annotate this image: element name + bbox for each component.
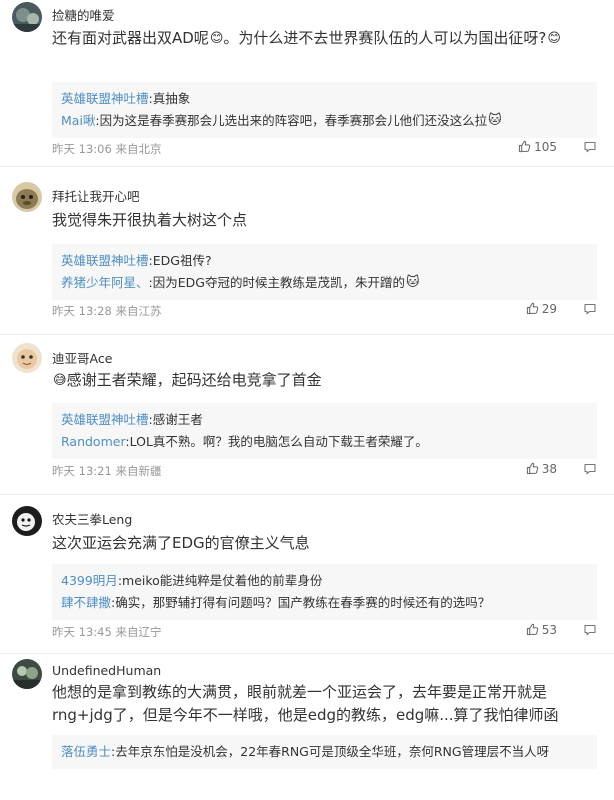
comment-text-part: 我觉得朱开很执着大树这个点	[52, 211, 248, 229]
comment-username[interactable]: UndefinedHuman	[52, 663, 161, 678]
comment-footer: 昨天 13:21 来自新疆 38	[52, 461, 597, 479]
reply-text: meiko能进纯粹是仗着他的前辈身份	[122, 573, 323, 588]
reply-username[interactable]: 养猪少年阿星、	[61, 275, 149, 290]
reply-text: 因为这是春季赛那会儿选出来的阵容吧，春季赛那会儿他们还没这么拉	[99, 113, 488, 128]
comment-text-part: 。为什么进不去世界赛队伍的人可以为国出征呀?	[223, 29, 547, 47]
comment-item: UndefinedHuman 他想的是拿到教练的大满贯，眼前就差一个亚运会了，去…	[0, 654, 614, 800]
cat-emoji-icon: 🐱	[405, 275, 420, 290]
like-button[interactable]: 53	[526, 623, 557, 637]
comment-text: 我觉得朱开很执着大树这个点	[52, 209, 597, 231]
comment-meta: 昨天 13:06 来自北京	[52, 141, 161, 157]
thumbs-up-icon	[518, 140, 531, 153]
reply-text: 因为EDG夺冠的时候主教练是茂凯，朱开蹭的	[152, 275, 405, 290]
like-count: 105	[534, 140, 557, 154]
comment-meta: 昨天 13:28 来自江苏	[52, 303, 161, 319]
comment-location: 来自北京	[115, 142, 162, 156]
reply-text: 去年京东怕是没机会，22年春RNG可是顶级全华班，奈何RNG管理层不当人呀	[115, 744, 550, 759]
reply-item: 英雄联盟神吐槽:EDG祖传?	[61, 253, 212, 268]
comment-username[interactable]: 捡糖的唯爱	[52, 5, 115, 24]
comment-item: 迪亚哥Ace 😅感谢王者荣耀，起码还给电竞拿了首金 英雄联盟神吐槽:感谢王者 R…	[0, 335, 614, 495]
reply-item: 英雄联盟神吐槽:感谢王者	[61, 412, 203, 427]
smile-emoji-icon: 😊	[209, 31, 224, 46]
cat-emoji-icon: 🐱	[488, 113, 502, 128]
reply-list: 落伍勇士:去年京东怕是没机会，22年春RNG可是顶级全华班，奈何RNG管理层不当…	[52, 735, 597, 769]
comment-item: 捡糖的唯爱 还有面对武器出双AD呢😊。为什么进不去世界赛队伍的人可以为国出征呀?…	[0, 0, 614, 167]
like-count: 38	[541, 462, 557, 476]
reply-text: 确实，那野辅打得有问题吗？国产教练在春季赛的时候还有的选吗？	[115, 595, 491, 610]
reply-text: 感谢王者	[152, 412, 203, 427]
comment-text-part: 感谢王者荣耀，起码还给电竞拿了首金	[66, 371, 322, 389]
reply-list: 英雄联盟神吐槽:EDG祖传? 养猪少年阿星、:因为EDG夺冠的时候主教练是茂凯，…	[52, 244, 597, 300]
comment-meta: 昨天 13:21 来自新疆	[52, 463, 161, 479]
reply-item: 英雄联盟神吐槽:真抽象	[61, 91, 191, 106]
comment-footer: 昨天 13:28 来自江苏 29	[52, 301, 597, 319]
smile-emoji-icon: 😊	[547, 31, 561, 46]
reply-username[interactable]: 英雄联盟神吐槽	[61, 253, 149, 268]
avatar[interactable]	[12, 659, 42, 689]
reply-username[interactable]: 英雄联盟神吐槽	[61, 91, 149, 106]
comment-time: 昨天 13:28	[52, 304, 112, 318]
thumbs-up-icon	[526, 623, 538, 636]
comment-bubble-icon[interactable]	[583, 302, 597, 316]
reply-username[interactable]: 落伍勇士	[61, 744, 111, 759]
reply-text: EDG祖传?	[152, 253, 212, 268]
reply-text: 真抽象	[152, 91, 191, 106]
comment-username[interactable]: 拜托让我开心吧	[52, 186, 140, 205]
comment-footer: 昨天 13:45 来自辽宁 53	[52, 622, 597, 640]
reply-item: 落伍勇士:去年京东怕是没机会，22年春RNG可是顶级全华班，奈何RNG管理层不当…	[61, 744, 550, 759]
avatar[interactable]	[12, 182, 42, 212]
like-button[interactable]: 29	[526, 302, 557, 316]
comment-bubble-icon[interactable]	[583, 623, 597, 637]
sweat-smile-emoji-icon: 😅	[53, 373, 67, 388]
comment-username[interactable]: 迪亚哥Ace	[52, 348, 112, 367]
reply-list: 4399明月:meiko能进纯粹是仗着他的前辈身份 肆不肆撒:确实，那野辅打得有…	[52, 564, 597, 620]
comment-text-part: 还有面对武器出双AD呢	[52, 29, 209, 47]
reply-item: Randomer:LOL真不熟。啊？我的电脑怎么自动下载王者荣耀了。	[61, 434, 428, 449]
like-count: 29	[541, 302, 557, 316]
comment-username[interactable]: 农夫三拳Leng	[52, 509, 132, 528]
comment-text: 这次亚运会充满了EDG的官僚主义气息	[52, 532, 597, 554]
thumbs-up-icon	[526, 462, 538, 475]
comment-text: 😅感谢王者荣耀，起码还给电竞拿了首金	[52, 369, 597, 392]
thumbs-up-icon	[526, 302, 538, 315]
comment-location: 来自新疆	[115, 464, 162, 478]
comment-text: 还有面对武器出双AD呢😊。为什么进不去世界赛队伍的人可以为国出征呀?😊	[52, 27, 597, 50]
reply-username[interactable]: 肆不肆撒	[61, 595, 111, 610]
like-count: 53	[541, 623, 557, 637]
like-button[interactable]: 38	[526, 462, 557, 476]
comment-meta: 昨天 13:45 来自辽宁	[52, 624, 161, 640]
comment-location: 来自辽宁	[115, 625, 162, 639]
comment-time: 昨天 13:06	[52, 142, 112, 156]
reply-username[interactable]: 英雄联盟神吐槽	[61, 412, 149, 427]
comment-time: 昨天 13:21	[52, 464, 112, 478]
reply-text: LOL真不熟。啊？我的电脑怎么自动下载王者荣耀了。	[129, 434, 428, 449]
reply-username[interactable]: Randomer	[61, 434, 125, 449]
reply-item: 养猪少年阿星、:因为EDG夺冠的时候主教练是茂凯，朱开蹭的🐱	[61, 272, 597, 294]
comment-text-part: 这次亚运会充满了EDG的官僚主义气息	[52, 534, 310, 552]
comment-bubble-icon[interactable]	[583, 140, 597, 154]
comment-text-part: 他想的是拿到教练的大满贯，眼前就差一个亚运会了，去年要是正常开就是rng+jdg…	[52, 683, 559, 724]
comment-bubble-icon[interactable]	[583, 462, 597, 476]
comment-location: 来自江苏	[115, 304, 162, 318]
avatar[interactable]	[12, 506, 42, 536]
reply-item: 4399明月:meiko能进纯粹是仗着他的前辈身份	[61, 573, 323, 588]
comment-item: 农夫三拳Leng 这次亚运会充满了EDG的官僚主义气息 4399明月:meiko…	[0, 495, 614, 654]
reply-username[interactable]: Mai啾	[61, 113, 95, 128]
avatar[interactable]	[12, 343, 42, 373]
reply-list: 英雄联盟神吐槽:真抽象 Mai啾:因为这是春季赛那会儿选出来的阵容吧，春季赛那会…	[52, 82, 597, 138]
like-button[interactable]: 105	[518, 140, 557, 154]
reply-username[interactable]: 4399明月	[61, 573, 118, 588]
reply-list: 英雄联盟神吐槽:感谢王者 Randomer:LOL真不熟。啊？我的电脑怎么自动下…	[52, 403, 597, 459]
reply-item: Mai啾:因为这是春季赛那会儿选出来的阵容吧，春季赛那会儿他们还没这么拉🐱	[61, 110, 597, 132]
comment-footer: 昨天 13:06 来自北京 105	[52, 139, 597, 157]
comment-item: 拜托让我开心吧 我觉得朱开很执着大树这个点 英雄联盟神吐槽:EDG祖传? 养猪少…	[0, 167, 614, 335]
avatar[interactable]	[12, 2, 42, 32]
reply-item: 肆不肆撒:确实，那野辅打得有问题吗？国产教练在春季赛的时候还有的选吗？	[61, 595, 491, 610]
comment-time: 昨天 13:45	[52, 625, 112, 639]
comment-text: 他想的是拿到教练的大满贯，眼前就差一个亚运会了，去年要是正常开就是rng+jdg…	[52, 681, 597, 727]
